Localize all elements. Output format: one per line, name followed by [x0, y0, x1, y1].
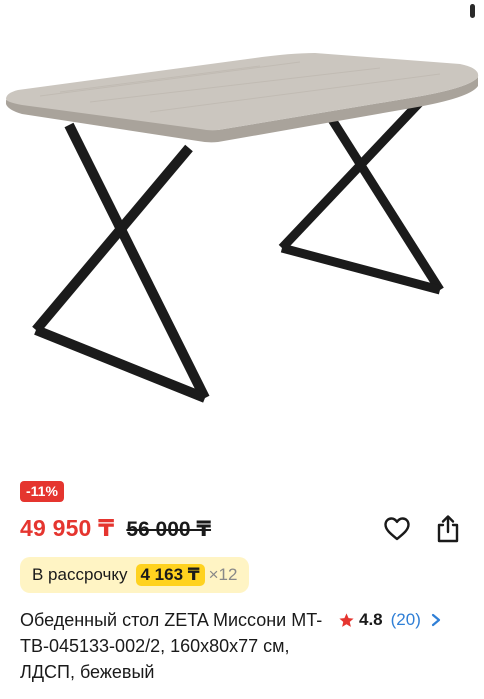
- rating-count: (20): [390, 610, 421, 629]
- product-image[interactable]: [0, 0, 484, 468]
- product-info: -11% 49 950 ₸ 56 000 ₸ В рассрочку 4 163…: [0, 468, 484, 699]
- wishlist-button[interactable]: [380, 512, 414, 546]
- share-icon: [437, 515, 459, 543]
- installment-label: В рассрочку: [32, 565, 128, 584]
- current-price: 49 950 ₸: [20, 515, 115, 541]
- scroll-indicator[interactable]: [470, 4, 475, 18]
- price-row: 49 950 ₸ 56 000 ₸: [20, 515, 211, 542]
- rating-link[interactable]: 4.8 (20): [338, 607, 443, 633]
- old-price: 56 000 ₸: [126, 518, 212, 541]
- discount-badge: -11%: [20, 481, 64, 502]
- share-button[interactable]: [431, 512, 465, 546]
- chevron-right-icon: [431, 613, 440, 627]
- installment-term: ×12: [208, 565, 238, 584]
- installment-amount: 4 163 ₸: [135, 564, 205, 586]
- installment-offer[interactable]: В рассрочку 4 163 ₸ ×12: [20, 557, 250, 593]
- heart-icon: [384, 517, 410, 541]
- table-photo: [6, 53, 479, 403]
- rating-value: 4.8: [359, 610, 383, 629]
- star-icon: [339, 612, 354, 627]
- product-title: Обеденный стол ZETA Миссони MT-TB-045133…: [20, 610, 323, 682]
